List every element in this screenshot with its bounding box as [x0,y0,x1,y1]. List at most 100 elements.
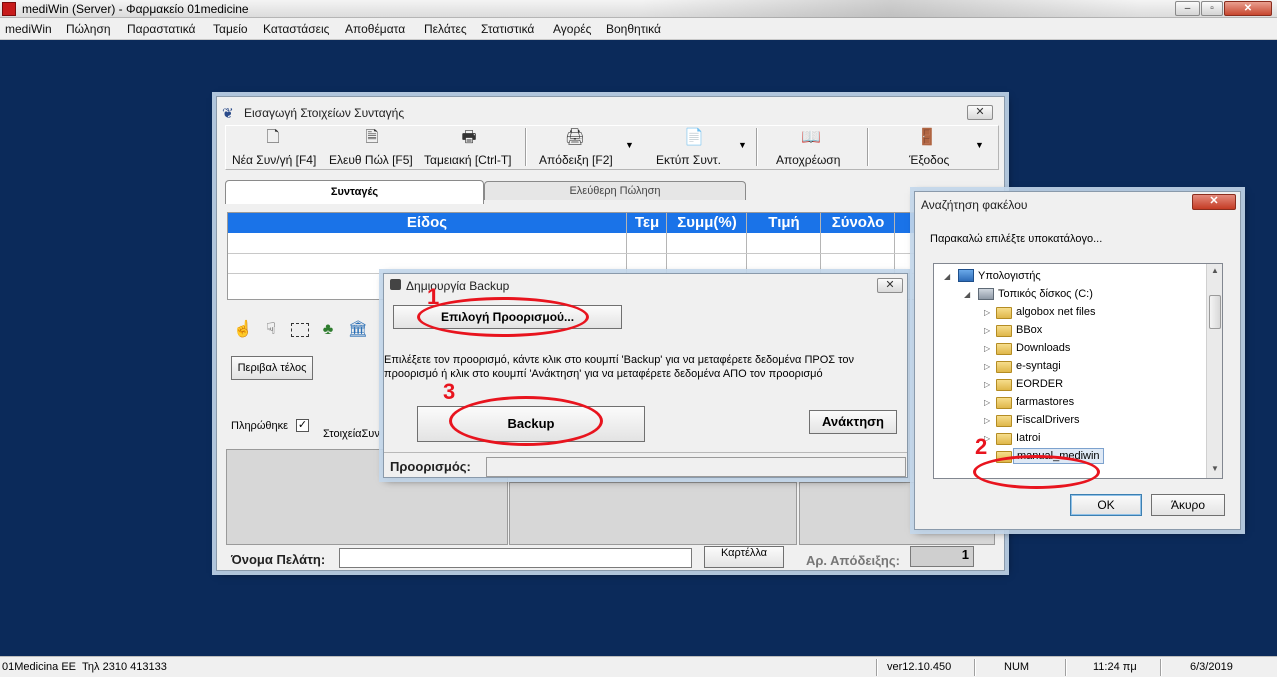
annotation-circle-backup [449,396,603,446]
browse-dialog-title: Αναζήτηση φακέλου [921,198,1028,212]
menu-item-tools[interactable]: Βοηθητικά [606,22,661,36]
perivall-button[interactable]: Περιβαλ τέλος [231,356,313,380]
menu-item-mediwin[interactable]: mediWin [5,22,52,36]
column-header-item: Είδος [406,214,448,231]
folder-icon [996,415,1012,427]
tree-item-label: farmastores [1016,396,1075,408]
column-header-qty: Τεμ [634,214,660,231]
collapsed-arrow-icon[interactable]: ▷ [984,308,990,317]
receipt-number-label: Αρ. Απόδειξης: [806,553,900,568]
new-prescription-button[interactable]: 🗋 Νέα Συν/γή [F4] [226,126,326,169]
tree-item-label: Τοπικός δίσκος (C:) [998,288,1093,300]
menu-item-cash[interactable]: Ταμείο [213,22,248,36]
prescription-toolbar: 🗋 Νέα Συν/γή [F4] 🗎 Ελευθ Πώλ [F5] 🖶 Ταμ… [225,125,999,170]
scroll-down-icon[interactable]: ▼ [1211,464,1219,473]
receipt-number-field: 1 [910,546,974,567]
paid-checkbox[interactable]: ✓ [296,419,309,432]
collapsed-arrow-icon[interactable]: ▷ [984,398,990,407]
tab-free-sale[interactable]: Ελεύθερη Πώληση [484,181,746,200]
customer-name-input[interactable] [339,548,692,568]
receipt-dropdown-icon[interactable]: ▼ [625,140,634,150]
cancel-button[interactable]: Άκυρο [1151,494,1225,516]
backup-instructions: Επιλέξετε τον προορισμό, κάντε κλικ στο … [384,353,909,381]
computer-icon [958,269,974,282]
status-num: NUM [1004,661,1030,673]
folder-icon [996,343,1012,355]
toolbar-label: Εκτύπ Συντ. [656,153,721,167]
scroll-up-icon[interactable]: ▲ [1211,266,1219,275]
menu-item-customers[interactable]: Πελάτες [424,22,467,36]
minimize-icon[interactable]: – [1175,1,1200,16]
debit-button[interactable]: 📖 Αποχρέωση [761,126,866,169]
toolbar-label: Νέα Συν/γή [F4] [232,153,317,167]
status-company: 01Medicina EE [2,661,76,673]
print-prescription-button[interactable]: 📄 Εκτύπ Συντ. ▼ [646,126,756,169]
collapsed-arrow-icon[interactable]: ▷ [984,362,990,371]
selection-icon[interactable] [291,323,309,337]
customer-card-button[interactable]: Καρτέλλα [704,546,784,568]
status-bar: 01Medicina EE Τηλ 2310 413133 ver12.10.4… [0,656,1277,677]
tree-item-label: e-syntagi [1016,360,1061,372]
maximize-icon[interactable]: ▫ [1201,1,1223,16]
destination-label: Προορισμός: [390,459,471,474]
status-version: ver12.10.450 [887,661,952,673]
tree-scrollbar[interactable]: ▲ ▼ [1206,264,1222,478]
toolbar-label: Ταμειακή [Ctrl-T] [424,153,512,167]
folder-icon [996,379,1012,391]
ok-button[interactable]: OK [1070,494,1142,516]
collapsed-arrow-icon[interactable]: ▷ [984,344,990,353]
menu-item-sales[interactable]: Πώληση [66,22,111,36]
browse-prompt: Παρακαλώ επιλέξτε υποκατάλογο... [930,233,1103,245]
title-bar-glare [640,0,1140,18]
restore-button[interactable]: Ανάκτηση [809,410,897,434]
book-icon: 📖 [801,129,821,146]
hand-icon[interactable]: ☝ [233,321,253,339]
scroll-thumb[interactable] [1209,295,1221,329]
exit-button[interactable]: 🚪 Έξοδος ▼ [871,126,996,169]
backup-dialog-title: Δημιουργία Backup [406,279,510,293]
expanded-arrow-icon[interactable]: ◢ [944,272,950,281]
close-icon[interactable]: ✕ [1224,1,1272,16]
collapsed-arrow-icon[interactable]: ▷ [984,416,990,425]
pointer-hand-icon[interactable]: ☟ [261,321,281,339]
customer-label: Όνομα Πελάτη: [231,552,326,567]
cash-register-icon: 🖶 [461,129,477,146]
toolbar-label: Ελευθ Πώλ [F5] [329,153,413,167]
menu-item-documents[interactable]: Παραστατικά [127,22,195,36]
expanded-arrow-icon[interactable]: ◢ [964,290,970,299]
users-icon[interactable]: ♣ [317,321,339,339]
destination-field [486,457,906,477]
collapsed-arrow-icon[interactable]: ▷ [984,380,990,389]
free-sale-button[interactable]: 🗎 Ελευθ Πώλ [F5] [326,126,421,169]
menu-item-statistics[interactable]: Στατιστικά [481,22,534,36]
cash-register-button[interactable]: 🖶 Ταμειακή [Ctrl-T] [421,126,521,169]
exit-dropdown-icon[interactable]: ▼ [975,140,984,150]
app-icon [2,2,16,16]
annotation-circle-choose [417,297,589,337]
table-row[interactable] [228,253,998,254]
prescription-close-icon[interactable]: ✕ [967,105,993,120]
backup-close-icon[interactable]: ✕ [877,278,903,293]
bottom-panel-middle [509,482,797,545]
tree-item-label: FiscalDrivers [1016,414,1080,426]
folder-icon [996,361,1012,373]
menu-item-purchases[interactable]: Αγορές [553,22,591,36]
menu-bar: mediWin Πώληση Παραστατικά Ταμείο Καταστ… [0,18,1277,40]
drive-icon [978,288,994,300]
window-logo-icon: ❦ [222,105,234,121]
menu-item-stock[interactable]: Αποθέματα [345,22,405,36]
folder-icon [996,325,1012,337]
app-title-bar: mediWin (Server) - Φαρμακείο 01medicine … [0,0,1277,18]
browse-close-icon[interactable]: ✕ [1192,194,1236,210]
collapsed-arrow-icon[interactable]: ▷ [984,326,990,335]
document-icon: 🗎 [365,129,379,146]
menu-item-reports[interactable]: Καταστάσεις [263,22,329,36]
details-label[interactable]: ΣτοιχείαΣυν [323,428,380,440]
print-dropdown-icon[interactable]: ▼ [738,140,747,150]
receipt-button[interactable]: 🖨 Απόδειξη [F2] ▼ [529,126,641,169]
tree-item-label: Downloads [1016,342,1071,354]
building-icon[interactable]: 🏛 [347,321,369,339]
column-header-participation: Συμμ(%) [677,214,737,231]
tab-prescriptions[interactable]: Συνταγές [225,180,484,204]
toolbar-label: Απόδειξη [F2] [539,153,613,167]
